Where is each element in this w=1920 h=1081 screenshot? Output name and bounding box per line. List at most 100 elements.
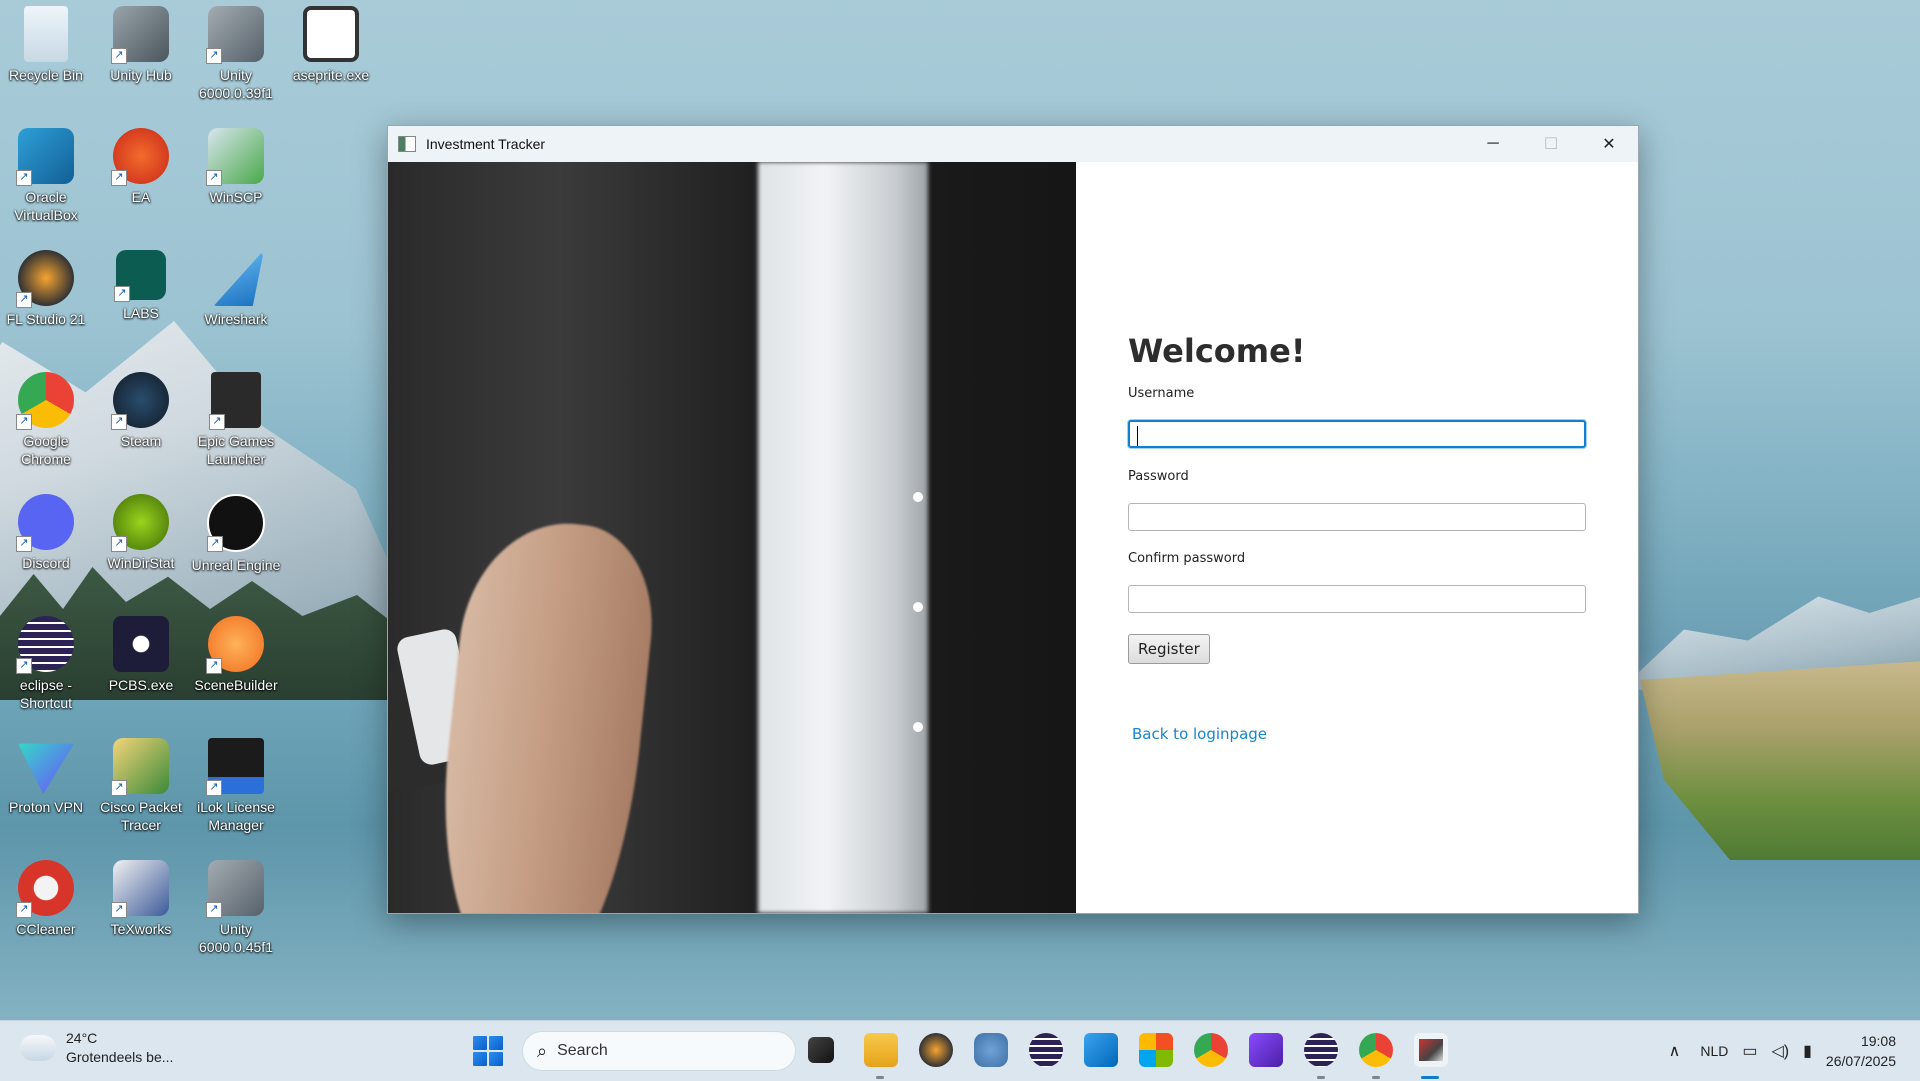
desktop-icon-label: Proton VPN xyxy=(9,799,83,815)
desktop-icon-label: aseprite.exe xyxy=(292,67,370,83)
desktop-icon-label: Unity 6000.0.39f1 xyxy=(199,67,273,101)
system-tray: ∧ NLD ▭ ◁) ▮ 19:08 26/07/2025 xyxy=(1669,1021,1920,1081)
shortcut-arrow-icon: ↗ xyxy=(16,536,32,552)
eclipse-icon: ↗ xyxy=(16,616,74,674)
desktop-icon-aseprite[interactable]: aseprite.exe xyxy=(285,0,377,84)
proton-pass-icon[interactable] xyxy=(1249,1033,1283,1067)
recycle-bin-icon xyxy=(24,6,68,62)
minimize-button[interactable]: ─ xyxy=(1464,126,1522,162)
desktop-icon-label: Discord xyxy=(22,555,70,571)
network-icon[interactable]: ▭ xyxy=(1742,1041,1757,1061)
shortcut-arrow-icon: ↗ xyxy=(206,170,222,186)
desktop-icon-recycle-bin[interactable]: Recycle Bin xyxy=(0,0,92,84)
desktop-icon-eclipse[interactable]: ↗ eclipse - Shortcut xyxy=(0,610,92,712)
epic-games-icon: ↗ xyxy=(209,372,261,430)
photo-shirt-button xyxy=(913,492,923,502)
weather-temperature: 24°C xyxy=(66,1030,98,1046)
eclipse-icon[interactable] xyxy=(1304,1033,1338,1067)
desktop-icon-labs[interactable]: ↗ LABS xyxy=(95,244,187,322)
windirstat-icon: ↗ xyxy=(111,494,169,552)
confirm-password-label: Confirm password xyxy=(1128,551,1246,566)
godot-icon[interactable] xyxy=(974,1033,1008,1067)
desktop-icon-pcbs[interactable]: PCBS.exe xyxy=(95,610,187,694)
eclipse-icon[interactable] xyxy=(1029,1033,1063,1067)
desktop-icon-winscp[interactable]: ↗ WinSCP xyxy=(190,122,282,206)
vscode-icon[interactable] xyxy=(1084,1033,1118,1067)
microsoft-365-icon[interactable] xyxy=(1139,1033,1173,1067)
shortcut-arrow-icon: ↗ xyxy=(111,902,127,918)
desktop-icon-chrome[interactable]: ↗ Google Chrome xyxy=(0,366,92,468)
desktop-icon-label: Unity 6000.0.45f1 xyxy=(199,921,273,955)
texworks-icon: ↗ xyxy=(111,860,169,918)
file-explorer-icon[interactable] xyxy=(864,1033,898,1067)
labs-icon: ↗ xyxy=(114,250,166,302)
desktop-icon-packet-tracer[interactable]: ↗ Cisco Packet Tracer xyxy=(95,732,187,834)
desktop-icon-windirstat[interactable]: ↗ WinDirStat xyxy=(95,488,187,572)
desktop-icon-discord[interactable]: ↗ Discord xyxy=(0,488,92,572)
shortcut-arrow-icon: ↗ xyxy=(209,414,225,430)
back-to-login-link[interactable]: Back to loginpage xyxy=(1132,725,1267,743)
password-label: Password xyxy=(1128,469,1189,484)
desktop-icon-unity-39[interactable]: ↗ Unity 6000.0.39f1 xyxy=(190,0,282,102)
desktop-icon-proton-vpn[interactable]: Proton VPN xyxy=(0,732,92,816)
start-button[interactable] xyxy=(473,1036,503,1066)
battery-icon[interactable]: ▮ xyxy=(1803,1041,1812,1061)
ea-icon: ↗ xyxy=(111,128,169,186)
desktop-icon-virtualbox[interactable]: ↗ Oracle VirtualBox xyxy=(0,122,92,224)
task-view-icon[interactable] xyxy=(808,1037,834,1063)
weather-description: Grotendeels be... xyxy=(66,1049,174,1065)
maximize-button[interactable]: ☐ xyxy=(1522,126,1580,162)
chrome-icon: ↗ xyxy=(16,372,74,430)
clock-date: 26/07/2025 xyxy=(1825,1053,1896,1069)
photo-shirt xyxy=(758,162,928,913)
pcbs-icon xyxy=(113,616,169,672)
fl-studio-icon[interactable] xyxy=(919,1033,953,1067)
clock-time: 19:08 xyxy=(1860,1033,1896,1049)
desktop-icon-unreal[interactable]: ↗ Unreal Engine xyxy=(190,488,282,574)
investment-tracker-icon[interactable] xyxy=(1414,1033,1448,1067)
shortcut-arrow-icon: ↗ xyxy=(206,902,222,918)
desktop-icon-epic[interactable]: ↗ Epic Games Launcher xyxy=(190,366,282,468)
weather-cloud-icon xyxy=(16,1029,56,1061)
desktop-icon-ccleaner[interactable]: ↗ CCleaner xyxy=(0,854,92,938)
desktop-icon-steam[interactable]: ↗ Steam xyxy=(95,366,187,450)
register-button[interactable]: Register xyxy=(1128,634,1210,664)
username-input[interactable] xyxy=(1128,420,1586,448)
chrome-icon[interactable] xyxy=(1359,1033,1393,1067)
ccleaner-icon: ↗ xyxy=(16,860,74,918)
shortcut-arrow-icon: ↗ xyxy=(111,170,127,186)
shortcut-arrow-icon: ↗ xyxy=(207,536,223,552)
shortcut-arrow-icon: ↗ xyxy=(16,658,32,674)
username-label: Username xyxy=(1128,386,1195,401)
close-button[interactable]: ✕ xyxy=(1580,126,1638,162)
password-input[interactable] xyxy=(1128,503,1586,531)
desktop-icon-texworks[interactable]: ↗ TeXworks xyxy=(95,854,187,938)
scenebuilder-icon: ↗ xyxy=(206,616,264,674)
language-indicator[interactable]: NLD xyxy=(1700,1043,1728,1059)
system-clock[interactable]: 19:08 26/07/2025 xyxy=(1826,1031,1896,1071)
desktop-icon-ea[interactable]: ↗ EA xyxy=(95,122,187,206)
desktop-icon-unity-45[interactable]: ↗ Unity 6000.0.45f1 xyxy=(190,854,282,956)
fl-studio-icon: ↗ xyxy=(16,250,74,308)
window-titlebar[interactable]: Investment Tracker ─ ☐ ✕ xyxy=(388,126,1638,162)
desktop-icon-scenebuilder[interactable]: ↗ SceneBuilder xyxy=(190,610,282,694)
shortcut-arrow-icon: ↗ xyxy=(111,48,127,64)
windows-logo-tile xyxy=(489,1036,503,1050)
desktop-icon-label: eclipse - Shortcut xyxy=(19,677,73,711)
desktop-icon-label: FL Studio 21 xyxy=(6,311,86,327)
desktop-icon-unity-hub[interactable]: ↗ Unity Hub xyxy=(95,0,187,84)
discord-icon: ↗ xyxy=(16,494,74,552)
desktop-icon-label: WinDirStat xyxy=(107,555,175,571)
weather-widget[interactable]: 24°C Grotendeels be... xyxy=(16,1029,174,1067)
confirm-password-input[interactable] xyxy=(1128,585,1586,613)
desktop-icon-ilok[interactable]: ↗ iLok License Manager xyxy=(190,732,282,834)
desktop-icon-wireshark[interactable]: Wireshark xyxy=(190,244,282,328)
chevron-up-icon[interactable]: ∧ xyxy=(1669,1041,1681,1061)
desktop-icon-label: Wireshark xyxy=(204,311,268,327)
taskbar-indicator xyxy=(1372,1076,1380,1079)
desktop-icon-fl-studio[interactable]: ↗ FL Studio 21 xyxy=(0,244,92,328)
taskbar-search[interactable]: ⌕ Search xyxy=(522,1031,796,1071)
desktop-icon-label: Unreal Engine xyxy=(191,557,281,573)
volume-icon[interactable]: ◁) xyxy=(1771,1041,1789,1061)
chrome-icon[interactable] xyxy=(1194,1033,1228,1067)
